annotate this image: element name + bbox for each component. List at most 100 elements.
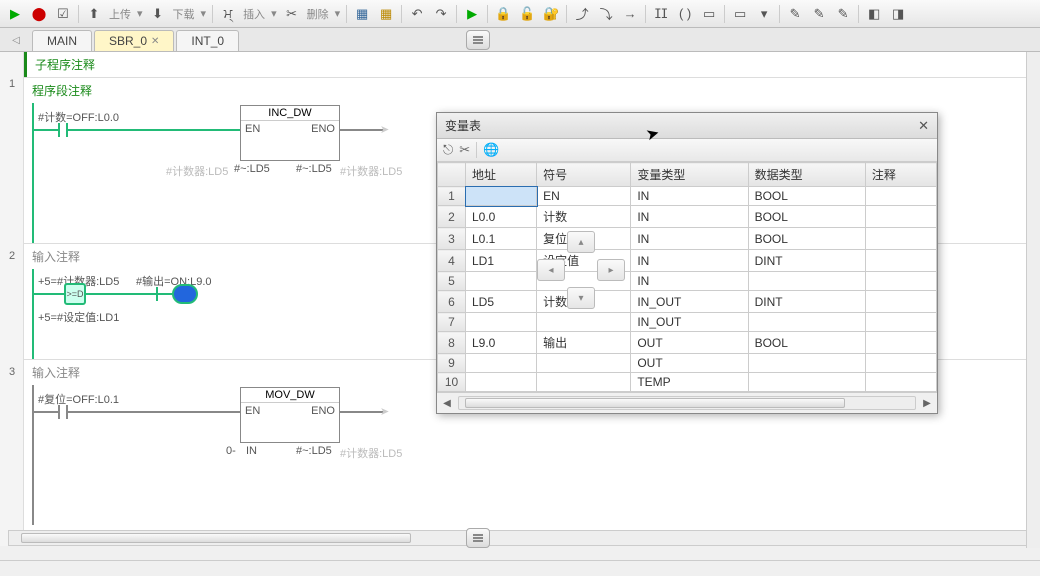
cell-datatype[interactable]: BOOL xyxy=(748,332,865,354)
dlg-scroll-thumb[interactable] xyxy=(465,398,845,408)
cell-address[interactable] xyxy=(466,354,537,373)
cell-symbol[interactable]: 设定值 xyxy=(537,250,631,272)
scroll-left-button[interactable]: ◀ xyxy=(440,396,454,410)
dlg-tool-3[interactable]: 🌐 xyxy=(483,142,499,158)
scroll-thumb[interactable] xyxy=(21,533,411,543)
dialog-close-button[interactable]: ✕ xyxy=(918,118,929,134)
redo-button[interactable]: ↷ xyxy=(430,3,452,25)
cell-address[interactable] xyxy=(466,373,537,392)
monitor-button[interactable]: ☑ xyxy=(52,3,74,25)
cell-vartype[interactable]: IN xyxy=(631,206,748,228)
view2-button[interactable]: ▾ xyxy=(753,3,775,25)
insert-icon[interactable]: ਮ੍ xyxy=(217,3,239,25)
dlg-tool-1[interactable]: ⎋ xyxy=(443,142,453,158)
cell-address[interactable]: LD1 xyxy=(466,250,537,272)
branch-up-button[interactable]: ⤴ xyxy=(571,3,593,25)
table-row[interactable]: 9OUT xyxy=(438,354,937,373)
cell-comment[interactable] xyxy=(865,250,936,272)
editor-v-scrollbar[interactable] xyxy=(1026,52,1040,548)
cell-symbol[interactable]: 复位 xyxy=(537,228,631,250)
table-row[interactable]: 7IN_OUT xyxy=(438,313,937,332)
upload-icon[interactable]: ⬆ xyxy=(83,3,105,25)
cell-comment[interactable] xyxy=(865,206,936,228)
col-address[interactable]: 地址 xyxy=(466,163,537,187)
lock3-button[interactable]: 🔐 xyxy=(540,3,562,25)
cell-datatype[interactable] xyxy=(748,272,865,291)
cell-symbol[interactable] xyxy=(537,354,631,373)
edit3-button[interactable]: ✎ xyxy=(832,3,854,25)
cell-datatype[interactable]: DINT xyxy=(748,291,865,313)
tab-main[interactable]: MAIN xyxy=(32,30,92,51)
prop2-button[interactable]: ◨ xyxy=(887,3,909,25)
cell-comment[interactable] xyxy=(865,373,936,392)
cell-vartype[interactable]: OUT xyxy=(631,332,748,354)
run-button[interactable]: ▶ xyxy=(4,3,26,25)
cell-datatype[interactable]: BOOL xyxy=(748,187,865,206)
cell-vartype[interactable]: IN xyxy=(631,228,748,250)
cell-vartype[interactable]: IN xyxy=(631,187,748,206)
col-symbol[interactable]: 符号 xyxy=(537,163,631,187)
net3-func-box[interactable]: MOV_DW ENENO xyxy=(240,387,340,443)
cell-comment[interactable] xyxy=(865,272,936,291)
cell-datatype[interactable]: DINT xyxy=(748,250,865,272)
cell-symbol[interactable]: EN xyxy=(537,187,631,206)
cell-address[interactable]: LD5 xyxy=(466,291,537,313)
cell-symbol[interactable]: 输出 xyxy=(537,332,631,354)
table-row[interactable]: 3L0.1复位INBOOL xyxy=(438,228,937,250)
scroll-right-button[interactable]: ▶ xyxy=(920,396,934,410)
download-icon[interactable]: ⬇ xyxy=(147,3,169,25)
cell-vartype[interactable]: IN_OUT xyxy=(631,291,748,313)
cell-vartype[interactable]: IN_OUT xyxy=(631,313,748,332)
col-comment[interactable]: 注释 xyxy=(865,163,936,187)
cell-symbol[interactable]: 计数器 xyxy=(537,291,631,313)
go-button[interactable]: ▶ xyxy=(461,3,483,25)
table-row[interactable]: 8L9.0输出OUTBOOL xyxy=(438,332,937,354)
table-row[interactable]: 6LD5计数器IN_OUTDINT xyxy=(438,291,937,313)
table-row[interactable]: 2L0.0计数INBOOL xyxy=(438,206,937,228)
close-icon[interactable]: ✕ xyxy=(151,36,159,47)
table-row[interactable]: 5IN xyxy=(438,272,937,291)
dialog-titlebar[interactable]: 变量表 ✕ xyxy=(437,113,937,139)
cell-comment[interactable] xyxy=(865,354,936,373)
cell-vartype[interactable]: OUT xyxy=(631,354,748,373)
tool-b-button[interactable]: ▦ xyxy=(375,3,397,25)
cell-address[interactable] xyxy=(466,187,537,206)
lock2-button[interactable]: 🔓 xyxy=(516,3,538,25)
cell-datatype[interactable] xyxy=(748,373,865,392)
tab-sbr0[interactable]: SBR_0✕ xyxy=(94,30,174,51)
col-datatype[interactable]: 数据类型 xyxy=(748,163,865,187)
tab-drag-handle-bottom[interactable] xyxy=(466,528,490,548)
tab-drag-handle-top[interactable] xyxy=(466,30,490,50)
undo-button[interactable]: ↶ xyxy=(406,3,428,25)
cell-datatype[interactable]: BOOL xyxy=(748,228,865,250)
edit1-button[interactable]: ✎ xyxy=(784,3,806,25)
coil-button[interactable]: ( ) xyxy=(674,3,696,25)
branch-down-button[interactable]: ⤵ xyxy=(595,3,617,25)
edit2-button[interactable]: ✎ xyxy=(808,3,830,25)
cell-address[interactable]: L9.0 xyxy=(466,332,537,354)
cell-address[interactable] xyxy=(466,313,537,332)
cell-datatype[interactable]: BOOL xyxy=(748,206,865,228)
tab-prev-button[interactable]: ◁ xyxy=(8,32,24,48)
line-right-button[interactable]: → xyxy=(619,3,641,25)
tab-int0[interactable]: INT_0 xyxy=(176,30,239,51)
view1-button[interactable]: ▭ xyxy=(729,3,751,25)
cell-datatype[interactable] xyxy=(748,313,865,332)
tool-a-button[interactable]: ▦ xyxy=(351,3,373,25)
table-row[interactable]: 1ENINBOOL xyxy=(438,187,937,206)
prop1-button[interactable]: ◧ xyxy=(863,3,885,25)
delete-icon[interactable]: ✂ xyxy=(281,3,303,25)
cell-vartype[interactable]: IN xyxy=(631,250,748,272)
cell-vartype[interactable]: TEMP xyxy=(631,373,748,392)
cell-symbol[interactable]: 计数 xyxy=(537,206,631,228)
cell-address[interactable] xyxy=(466,272,537,291)
lock-button[interactable]: 🔒 xyxy=(492,3,514,25)
editor-h-scrollbar[interactable] xyxy=(8,530,1036,546)
cell-comment[interactable] xyxy=(865,291,936,313)
cell-symbol[interactable] xyxy=(537,313,631,332)
stop-button[interactable]: ⬤ xyxy=(28,3,50,25)
cell-comment[interactable] xyxy=(865,332,936,354)
cell-symbol[interactable] xyxy=(537,272,631,291)
output-coil[interactable] xyxy=(172,284,198,304)
dialog-h-scrollbar[interactable]: ◀ ▶ xyxy=(437,392,937,413)
